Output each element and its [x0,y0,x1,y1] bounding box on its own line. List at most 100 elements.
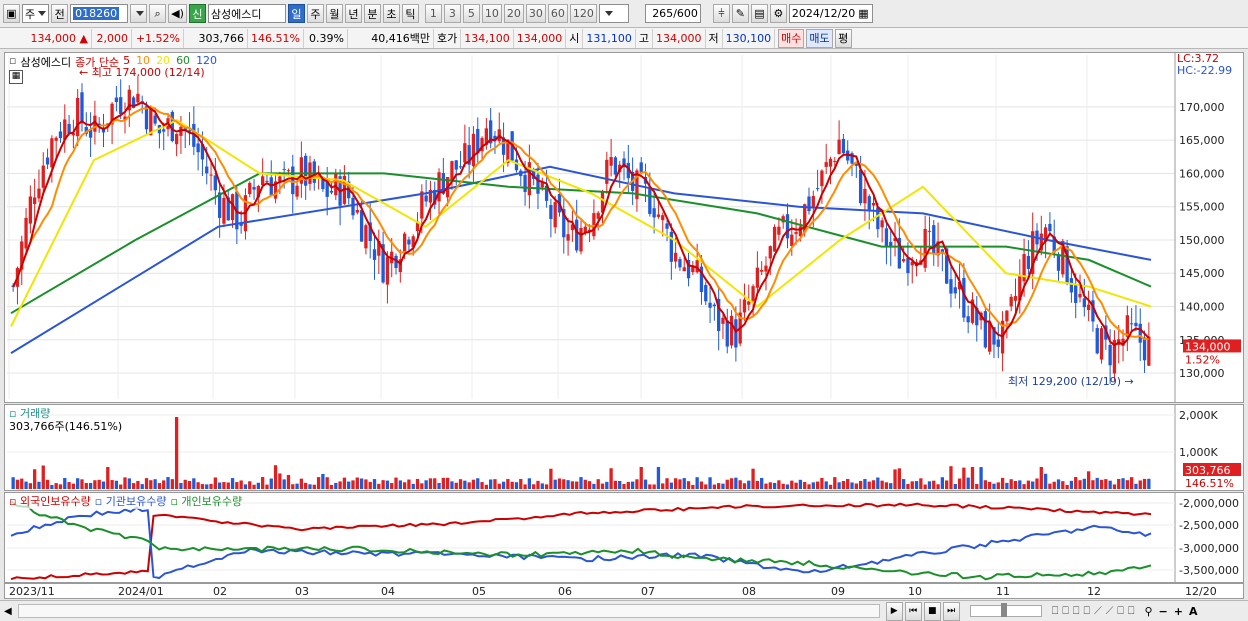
tick-5-button[interactable]: 5 [462,4,480,23]
tick-10-button[interactable]: 10 [481,4,502,23]
magnifier-icon[interactable]: ⚲ [1144,605,1152,618]
gear-icon[interactable]: ⚙ [769,4,787,23]
volume-bar [910,481,914,489]
nav-button-2[interactable]: ■ [923,601,941,621]
interval-6-button[interactable]: 틱 [401,4,419,23]
interval-4-button[interactable]: 분 [363,4,381,23]
nav-button-1[interactable]: ⏮ [904,601,922,621]
price-panel[interactable]: 130,000135,000140,000145,000150,000155,0… [4,52,1244,403]
candle [1134,305,1138,332]
volume-bar [901,479,906,489]
price-chart[interactable]: 130,000135,000140,000145,000150,000155,0… [5,53,1243,402]
tick-120-button[interactable]: 120 [569,4,597,23]
auto-scale-button[interactable]: A [1189,605,1198,618]
save-icon[interactable]: ▤ [750,4,768,23]
search-icon[interactable]: ⌕ [149,4,167,23]
credit-badge[interactable]: 신 [188,4,206,23]
zoom-slider[interactable] [969,603,1042,617]
date-input[interactable]: 2024/12/20 ▦ [788,4,873,23]
grid-toggle-icon[interactable]: ▦ [9,70,23,84]
volume-bar [889,483,893,489]
volume-bar [841,480,846,489]
buy-button[interactable]: 매수 [778,28,805,48]
tick-60-button[interactable]: 60 [547,4,568,23]
tick-1-button[interactable]: 1 [424,4,442,23]
candle [1125,305,1129,352]
sound-icon[interactable]: ◀) [168,4,187,23]
volume-bar [919,478,923,489]
volume-bar [772,482,777,489]
candle [467,127,471,179]
svg-text:134,000: 134,000 [1185,340,1231,353]
volume-bar [953,484,957,489]
holding-panel[interactable]: -2,000,000 -2,500,000 -3,000,000 -3,500,000… [4,492,1244,583]
volume-bar [196,482,200,489]
tick-20-button[interactable]: 20 [503,4,524,23]
volume-bar [828,484,833,489]
layout-icon[interactable]: ▣ [3,4,20,23]
interval-3-button[interactable]: 년 [344,4,362,23]
volume-bar [630,481,635,489]
volume-bar [489,479,493,489]
volume-bar [583,479,587,489]
nav-button-3[interactable]: ⏭ [942,601,960,621]
draw-tools-icon[interactable]: ✎ [731,4,749,23]
volume-bar [871,480,876,489]
candle [394,253,398,275]
volume-bar [484,484,489,489]
volume-bar [996,482,1000,489]
volume-bar [914,481,919,489]
volume-bar [751,468,755,489]
legend-stock-name: 삼성에스디 [20,56,72,69]
scroll-left-icon[interactable]: ◀ [4,606,12,617]
volume-bar [402,482,407,489]
volume-bar [239,480,243,489]
candle [235,186,239,245]
volume-bar [390,483,394,489]
candle [592,199,596,240]
stock-code-input[interactable]: 018260 [70,4,129,23]
x-tick-label: 11 [996,585,1010,598]
candle [88,112,93,158]
stock-name-field[interactable]: 삼성에스디 [207,4,286,23]
tick-30-button[interactable]: 30 [525,4,546,23]
zoom-in-button[interactable]: + [1174,605,1183,618]
zoom-out-button[interactable]: − [1159,605,1168,618]
zoom-slider-handle[interactable] [1000,603,1007,617]
volume-pct: 146.51% [248,28,304,48]
interval-1-button[interactable]: 주 [306,4,324,23]
volume-bar [725,479,729,489]
volume-bar [153,479,157,489]
interval-5-button[interactable]: 초 [382,4,400,23]
code-dropdown-button[interactable] [130,4,148,23]
volume-panel[interactable]: 2,000K 1,000K 303,766 146.51% ▫ 거래량 303,766… [4,404,1244,491]
nav-button-0[interactable]: ▶ [885,601,903,621]
period-select[interactable]: 주 [22,4,50,23]
interval-2-button[interactable]: 월 [325,4,343,23]
volume-bar [794,482,798,489]
candle [742,283,747,321]
x-axis: 2023/11 2024/01 02 03 04 05 06 07 08 09 10 11 12 12/2… [4,583,1244,599]
data-count-field[interactable]: 265/600 [644,4,701,23]
volume-bar [192,478,196,489]
price-legend: ▫ 삼성에스디 종가 단순 5 10 20 60 120 [9,54,218,69]
volume-bar [519,478,523,489]
holding-tick-label: -3,500,000 [1179,564,1239,577]
candle-type-icon[interactable]: ⫩ [712,4,730,23]
candle [1000,311,1005,372]
volume-bar [717,483,721,489]
tick-3-button[interactable]: 3 [443,4,461,23]
horizontal-scrollbar[interactable] [17,604,880,618]
candle [970,292,975,325]
interval-0-button[interactable]: 일 [287,4,305,23]
volume-pct-tag: 146.51% [1185,477,1234,490]
volume-chart[interactable]: 2,000K 1,000K 303,766146.51% [5,405,1243,490]
volume-bar [815,481,820,489]
sell-button[interactable]: 매도 [806,28,833,48]
volume-bar [93,480,97,489]
prev-button[interactable]: 전 [51,4,69,23]
custom-tick-select[interactable] [598,4,629,23]
drawing-tools-icon[interactable]: ⎕⎕⎕⎕⟋⟋⎕⎕ [1052,604,1139,618]
eval-button[interactable]: 평 [834,28,852,48]
volume-bar [1031,481,1035,489]
